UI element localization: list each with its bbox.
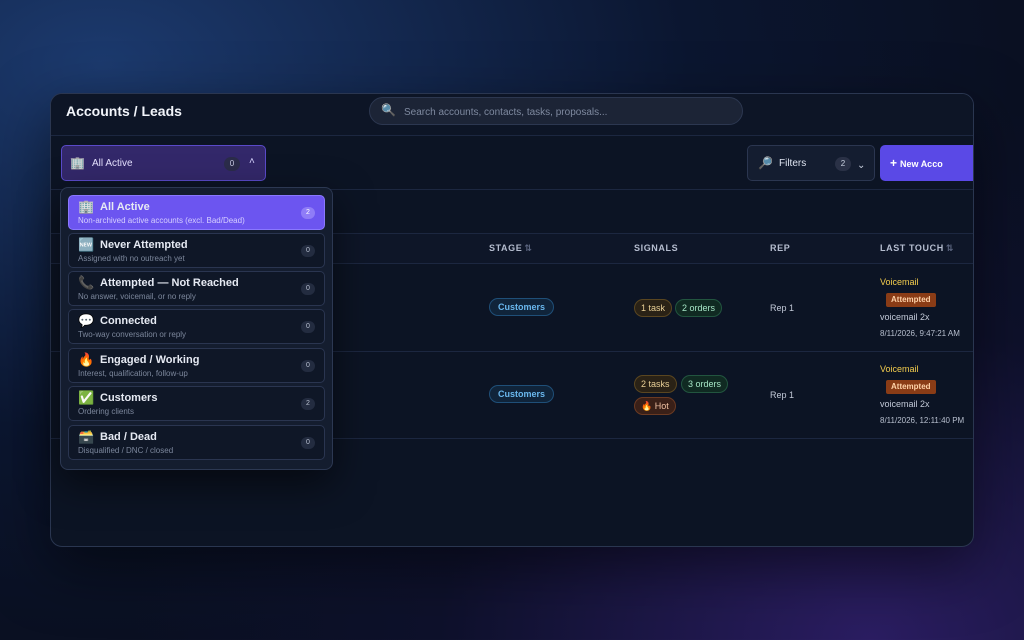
last-touch-type: Voicemail [880, 277, 919, 287]
archive-box-icon: 🗃️ [78, 429, 95, 444]
segment-option-customers[interactable]: ✅ Customers Ordering clients 2 [68, 386, 325, 421]
fire-icon: 🔥 [78, 352, 95, 367]
segment-option-name: Attempted — Not Reached [100, 277, 239, 289]
segment-option-description: Disqualified / DNC / closed [78, 446, 174, 455]
segment-option-count: 2 [301, 398, 315, 410]
search-icon: 🔍 [381, 103, 396, 117]
segment-option-name: Connected [100, 315, 157, 327]
speech-bubble-icon: 💬 [78, 313, 95, 328]
column-header-last-touch[interactable]: LAST TOUCH ⇅ [880, 243, 954, 254]
column-header-rep: REP [770, 243, 790, 253]
segment-option-description: Assigned with no outreach yet [78, 254, 185, 263]
column-header-label: SIGNALS [634, 243, 679, 253]
rep-name: Rep 1 [770, 390, 795, 400]
last-touch-note: voicemail 2x [880, 399, 930, 409]
phone-icon: 📞 [78, 275, 95, 290]
new-account-button[interactable]: + New Acco [880, 145, 973, 181]
segment-option-name: Engaged / Working [100, 354, 200, 366]
filters-label: Filters [779, 158, 807, 169]
segment-option-connected[interactable]: 💬 Connected Two-way conversation or repl… [68, 309, 325, 344]
segment-option-name: Customers [100, 392, 158, 404]
sort-icon: ⇅ [524, 243, 533, 253]
last-touch-time: 8/11/2026, 12:11:40 PM [880, 416, 965, 425]
sort-icon: ⇅ [945, 243, 954, 253]
chevron-down-icon: ⌄ [857, 160, 866, 171]
segment-option-bad-dead[interactable]: 🗃️ Bad / Dead Disqualified / DNC / close… [68, 425, 325, 460]
segment-option-engaged-working[interactable]: 🔥 Engaged / Working Interest, qualificat… [68, 348, 325, 383]
chevron-up-icon: ˄ [249, 156, 255, 167]
signal-tasks-pill: 1 task [634, 299, 673, 317]
rep-name: Rep 1 [770, 303, 795, 313]
signal-tasks-pill: 2 tasks [634, 375, 677, 393]
segment-option-name: Never Attempted [100, 239, 188, 251]
search-input[interactable] [404, 104, 734, 120]
segment-option-name: Bad / Dead [100, 431, 157, 443]
filters-button[interactable]: 🔎 Filters 2 ⌄ [747, 145, 875, 181]
segment-option-count: 2 [301, 207, 315, 219]
column-header-label: STAGE [489, 243, 523, 253]
column-header-stage[interactable]: STAGE ⇅ [489, 243, 533, 254]
search-box[interactable]: 🔍 [369, 97, 743, 125]
plus-icon: + [890, 156, 898, 170]
segment-option-description: Non-archived active accounts (excl. Bad/… [78, 216, 245, 225]
segment-option-never-attempted[interactable]: 🆕 Never Attempted Assigned with no outre… [68, 233, 325, 268]
building-icon: 🏢 [78, 199, 95, 214]
segment-option-count: 0 [301, 245, 315, 257]
toolbar: 🏢 All Active 0 ˄ 🔎 Filters 2 ⌄ + New Acco [51, 136, 973, 190]
attempted-badge: Attempted [886, 293, 936, 307]
new-account-label: New Acco [900, 159, 943, 169]
segment-option-attempted-not-reached[interactable]: 📞 Attempted — Not Reached No answer, voi… [68, 271, 325, 306]
segment-select-count: 0 [224, 157, 240, 171]
stage-pill[interactable]: Customers [489, 298, 555, 316]
segment-option-description: Two-way conversation or reply [78, 330, 187, 339]
signal-orders-pill: 3 orders [681, 375, 729, 393]
segment-option-count: 0 [301, 321, 315, 333]
segment-dropdown-menu: 🏢 All Active Non-archived active account… [60, 187, 333, 470]
last-touch-note: voicemail 2x [880, 312, 930, 322]
segment-select-label: All Active [92, 158, 133, 169]
segment-option-name: All Active [100, 201, 150, 213]
check-icon: ✅ [78, 390, 95, 405]
building-icon: 🏢 [70, 156, 85, 170]
column-header-label: LAST TOUCH [880, 243, 944, 253]
signal-hot-pill: 🔥 Hot [634, 397, 676, 415]
page-title: Accounts / Leads [66, 103, 182, 119]
segment-option-description: Ordering clients [78, 407, 135, 416]
top-bar: Accounts / Leads 🔍 [51, 94, 973, 136]
filter-icon: 🔎 [758, 156, 773, 170]
segment-option-count: 0 [301, 283, 315, 295]
signal-orders-pill: 2 orders [675, 299, 723, 317]
segment-option-count: 0 [301, 360, 315, 372]
column-header-label: REP [770, 243, 791, 253]
segment-option-description: No answer, voicemail, or no reply [78, 292, 196, 301]
new-icon: 🆕 [78, 237, 95, 252]
segment-select[interactable]: 🏢 All Active 0 ˄ [61, 145, 266, 181]
stage-pill[interactable]: Customers [489, 385, 555, 403]
last-touch-time: 8/11/2026, 9:47:21 AM [880, 329, 960, 338]
segment-option-description: Interest, qualification, follow-up [78, 369, 188, 378]
column-header-signals: SIGNALS [634, 243, 678, 253]
segment-option-count: 0 [301, 437, 315, 449]
filters-count: 2 [835, 157, 851, 171]
last-touch-type: Voicemail [880, 364, 919, 374]
attempted-badge: Attempted [886, 380, 936, 394]
segment-option-all-active[interactable]: 🏢 All Active Non-archived active account… [68, 195, 325, 230]
